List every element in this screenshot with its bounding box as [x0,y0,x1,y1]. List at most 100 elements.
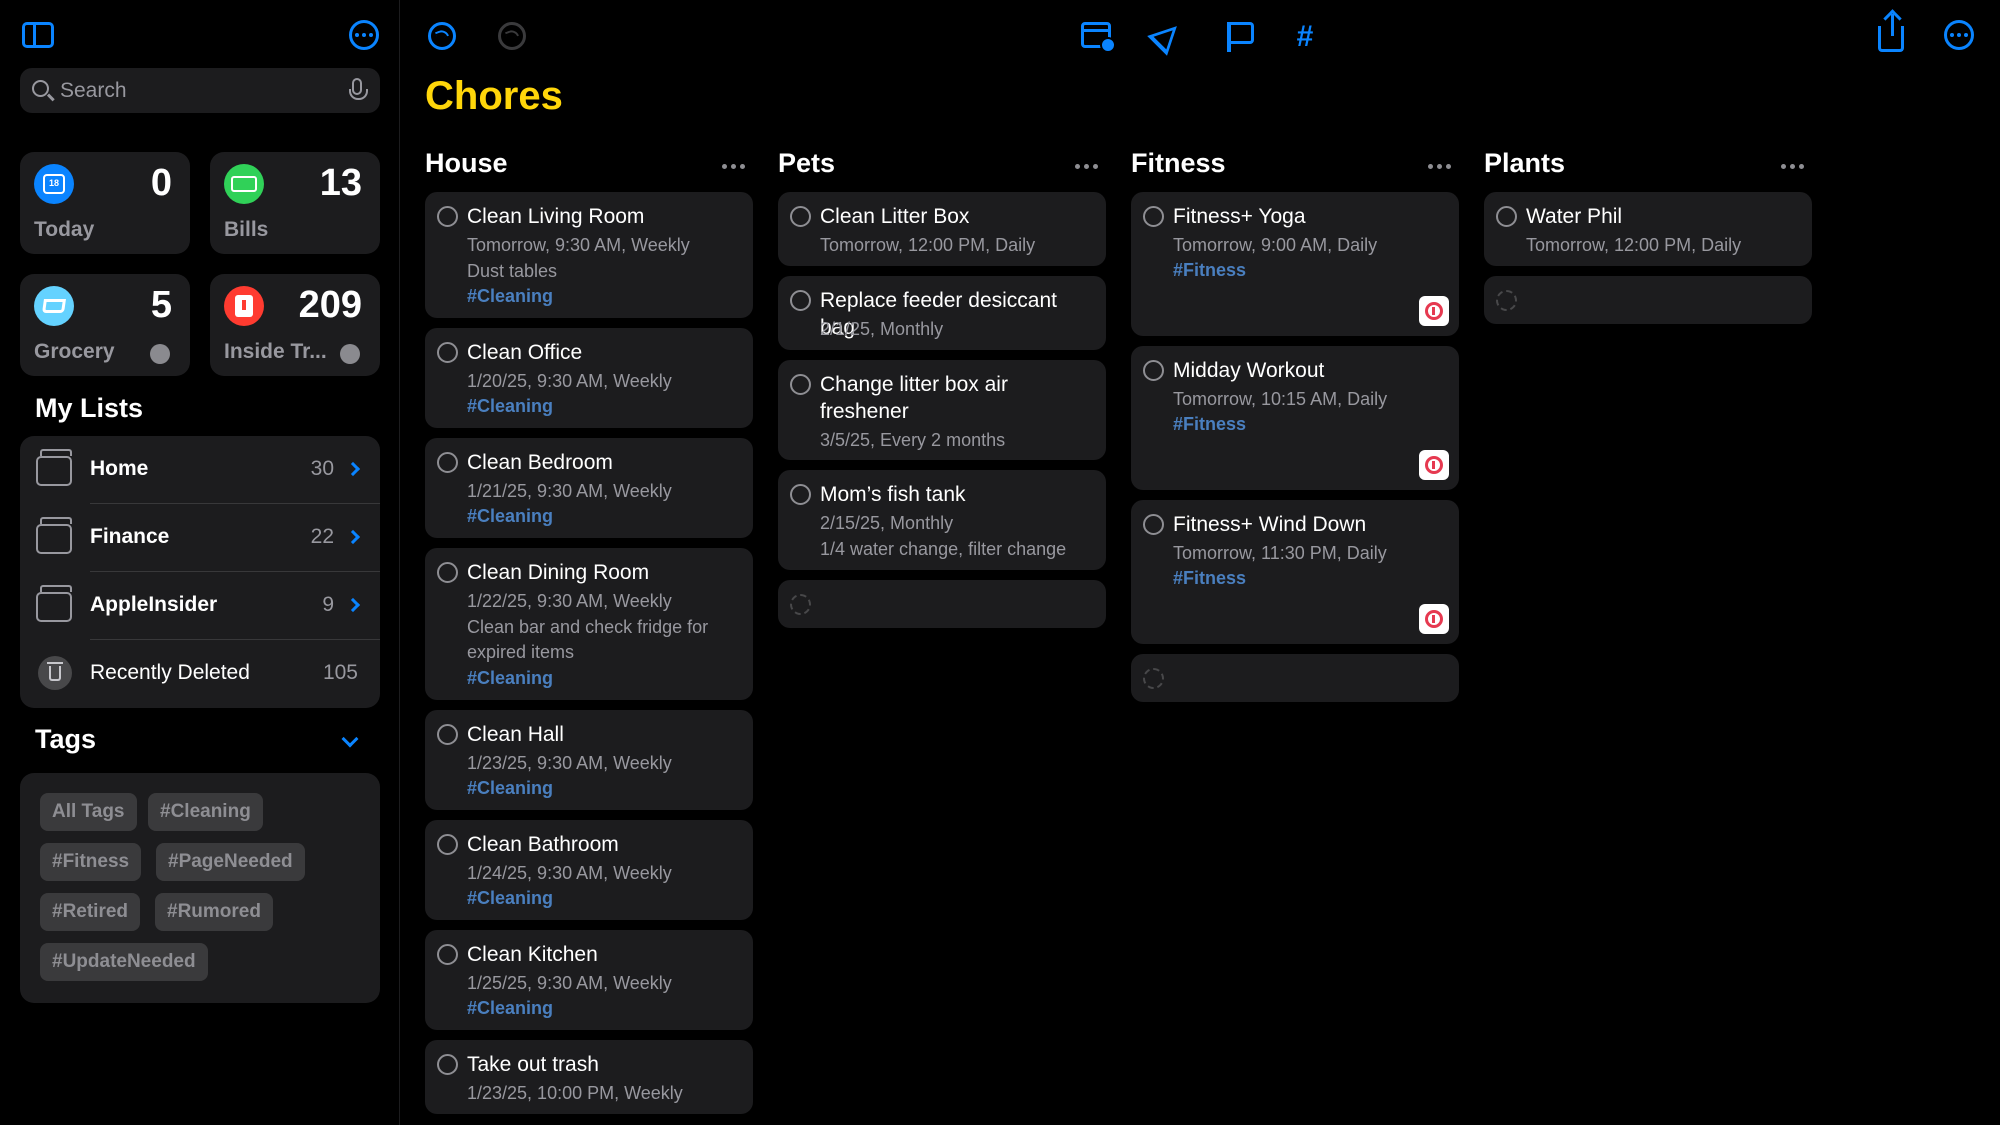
checkbox-icon[interactable] [1143,514,1164,535]
flag-icon[interactable] [1227,22,1254,52]
checkbox-icon[interactable] [1496,206,1517,227]
reminder-card[interactable]: Clean Hall 1/23/25, 9:30 AM, Weekly #Cle… [425,710,753,810]
reminder-tag[interactable]: #Cleaning [467,888,553,909]
hashtag-icon[interactable]: # [1288,20,1322,54]
list-item-appleinsider[interactable]: AppleInsider 9 [20,572,380,640]
reminder-tag[interactable]: #Cleaning [467,396,553,417]
reminder-card[interactable]: Fitness+ Yoga Tomorrow, 9:00 AM, Daily #… [1131,192,1459,336]
checkbox-icon[interactable] [437,944,458,965]
reminder-tag[interactable]: #Cleaning [467,778,553,799]
list-name: AppleInsider [90,593,218,616]
reminder-tag[interactable]: #Fitness [1173,260,1246,281]
new-reminder-row[interactable] [1131,654,1459,702]
reminder-detail: Tomorrow, 11:30 PM, Daily [1173,543,1387,563]
column-plants: Plants Water Phil Tomorrow, 12:00 PM, Da… [1484,148,1812,324]
tag-chip[interactable]: #PageNeeded [156,843,305,881]
reminder-card[interactable]: Clean Office 1/20/25, 9:30 AM, Weekly #C… [425,328,753,428]
list-item-recently-deleted[interactable]: Recently Deleted 105 [20,640,380,708]
shared-avatar-icon [150,344,170,364]
share-icon[interactable] [1878,14,1904,52]
reminder-card[interactable]: Midday Workout Tomorrow, 10:15 AM, Daily… [1131,346,1459,490]
smart-list-grocery[interactable]: 5 Grocery [20,274,190,376]
tag-chip[interactable]: #Fitness [40,843,142,881]
reminder-tag[interactable]: #Cleaning [467,668,553,689]
fitness-app-icon[interactable] [1419,604,1449,634]
reminder-title: Water Phil [1526,205,1623,228]
new-reminder-checkbox-icon [790,594,811,615]
reminder-detail: 1/20/25, 9:30 AM, Weekly [467,371,672,391]
more-options-icon[interactable] [349,20,379,50]
checkbox-icon[interactable] [790,374,811,395]
reminder-card[interactable]: Clean Litter Box Tomorrow, 12:00 PM, Dai… [778,192,1106,266]
checkbox-icon[interactable] [1143,206,1164,227]
tag-chip[interactable]: #Retired [40,893,141,931]
search-placeholder: Search [60,79,127,102]
reminder-card[interactable]: Clean Bedroom 1/21/25, 9:30 AM, Weekly #… [425,438,753,538]
column-more-icon[interactable] [1781,164,1804,169]
column-more-icon[interactable] [1428,164,1451,169]
checkbox-icon[interactable] [437,834,458,855]
fitness-app-icon[interactable] [1419,296,1449,326]
reminder-tag[interactable]: #Cleaning [467,998,553,1019]
reminder-tag[interactable]: #Cleaning [467,506,553,527]
reminder-card[interactable]: Clean Dining Room 1/22/25, 9:30 AM, Week… [425,548,753,700]
reminder-card[interactable]: Fitness+ Wind Down Tomorrow, 11:30 PM, D… [1131,500,1459,644]
checkbox-icon[interactable] [437,206,458,227]
column-more-icon[interactable] [722,164,745,169]
tag-chip[interactable]: All Tags [40,793,137,831]
new-reminder-row[interactable] [1484,276,1812,324]
list-item-finance[interactable]: Finance 22 [20,504,380,572]
tag-chip[interactable]: #Cleaning [148,793,263,831]
reminder-tag[interactable]: #Cleaning [467,286,553,307]
reminder-card[interactable]: Take out trash 1/23/25, 10:00 PM, Weekly [425,1040,753,1114]
sidebar-toggle-icon[interactable] [22,22,54,48]
reminder-tag[interactable]: #Fitness [1173,414,1246,435]
smart-list-inside-tr[interactable]: 209 Inside Tr... [210,274,380,376]
reminder-title: Midday Workout [1173,359,1325,382]
reminder-title: Clean Dining Room [467,561,650,584]
calendar-badge-icon[interactable] [1081,22,1116,53]
reminder-card[interactable]: Clean Living Room Tomorrow, 9:30 AM, Wee… [425,192,753,318]
checkbox-icon[interactable] [790,484,811,505]
checkbox-icon[interactable] [437,342,458,363]
search-input[interactable]: Search [20,68,380,113]
location-icon[interactable] [1147,16,1187,56]
tag-chip[interactable]: #Rumored [155,893,273,931]
reminder-title: Clean Bathroom [467,833,619,856]
checkbox-icon[interactable] [437,562,458,583]
reminder-detail: 1/24/25, 9:30 AM, Weekly [467,863,672,883]
new-reminder-row[interactable] [778,580,1106,628]
tag-chip[interactable]: #UpdateNeeded [40,943,208,981]
stack-icon [36,449,72,486]
reminder-card[interactable]: Change litter box air freshener 3/5/25, … [778,360,1106,460]
checkbox-icon[interactable] [437,724,458,745]
checkbox-icon[interactable] [437,452,458,473]
smart-list-label: Inside Tr... [224,340,327,363]
undo-icon[interactable] [428,22,456,50]
reminder-card[interactable]: Water Phil Tomorrow, 12:00 PM, Daily [1484,192,1812,266]
reminder-card[interactable]: Mom’s fish tank 2/15/25, Monthly 1/4 wat… [778,470,1106,570]
checkbox-icon[interactable] [790,290,811,311]
smart-list-bills[interactable]: 13 Bills [210,152,380,254]
stack-icon [36,517,72,554]
reminder-card[interactable]: Clean Kitchen 1/25/25, 9:30 AM, Weekly #… [425,930,753,1030]
fitness-app-icon[interactable] [1419,450,1449,480]
smart-list-today[interactable]: 18 0 Today [20,152,190,254]
list-item-home[interactable]: Home 30 [20,436,380,504]
checkbox-icon[interactable] [790,206,811,227]
column-more-icon[interactable] [1075,164,1098,169]
reminder-detail: 1/23/25, 10:00 PM, Weekly [467,1083,683,1103]
chevron-down-icon[interactable] [341,730,359,748]
reminder-tag[interactable]: #Fitness [1173,568,1246,589]
shared-avatar-icon [340,344,360,364]
checkbox-icon[interactable] [1143,360,1164,381]
reminder-card[interactable]: Clean Bathroom 1/24/25, 9:30 AM, Weekly … [425,820,753,920]
more-options-icon[interactable] [1944,20,1974,50]
redo-icon[interactable] [498,22,526,50]
reminder-note: Clean bar and check fridge for [467,617,709,637]
list-count: 9 [322,593,334,616]
reminder-title: Clean Bedroom [467,451,613,474]
microphone-icon[interactable] [349,78,368,100]
reminder-card[interactable]: Replace feeder desiccant bag 2/1/25, Mon… [778,276,1106,350]
checkbox-icon[interactable] [437,1054,458,1075]
